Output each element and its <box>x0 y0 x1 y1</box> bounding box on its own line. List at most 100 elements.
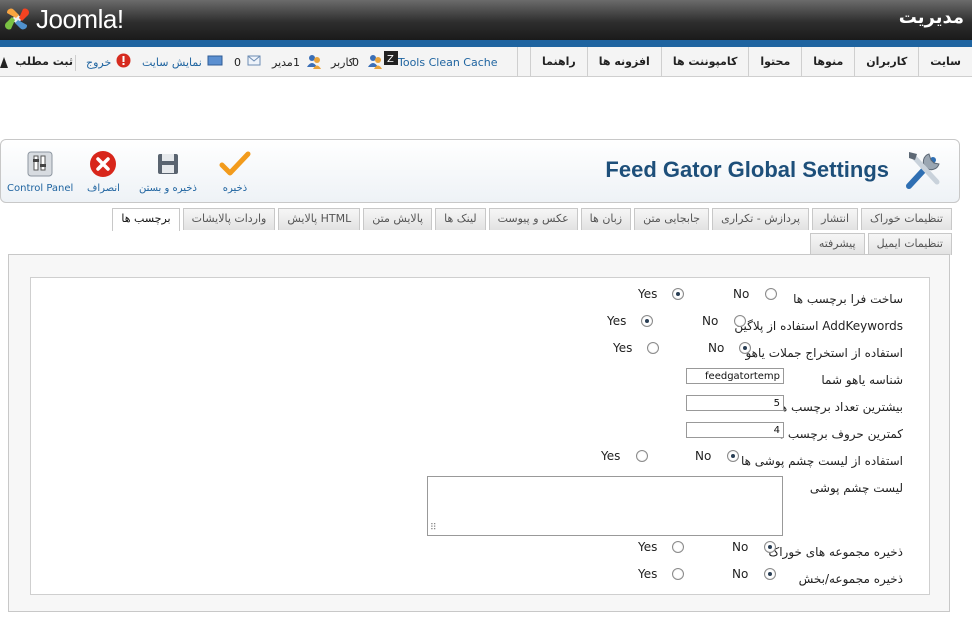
tab-advanced[interactable]: پیشرفته <box>809 233 865 255</box>
use-addkeywords-label: استفاده از پلاگین AddKeywords <box>734 319 903 333</box>
use-yahoo-extract-no-radio[interactable] <box>739 342 751 354</box>
header-title: مدیریت <box>898 7 964 28</box>
max-tags-label: بیشترین تعداد برچسب ها <box>777 400 903 414</box>
ignore-list-label: لیست چشم پوشی <box>809 481 903 495</box>
users-online-icon <box>368 55 382 69</box>
page-title: Feed Gator Global Settings <box>605 157 889 182</box>
joomla-logo[interactable]: Joomla! <box>2 4 124 34</box>
tab-tags[interactable]: برچسب ها <box>112 208 180 231</box>
save-close-button[interactable]: ذخیره و بستن <box>139 150 197 194</box>
min-tag-chars-input[interactable] <box>686 422 784 438</box>
save-section-category-yes-label: Yes <box>638 567 658 581</box>
save-feed-sets-yes-label: Yes <box>638 540 658 554</box>
tab-text-filter[interactable]: پالایش متن <box>363 208 433 230</box>
menu-site[interactable]: سایت <box>918 47 972 77</box>
menu-components[interactable]: کامپوننت ها <box>660 47 749 77</box>
ignore-list-textarea[interactable]: ⠿ <box>427 476 783 536</box>
header-stripe <box>0 40 972 47</box>
use-ignore-list-yes-label: Yes <box>601 449 621 463</box>
menu-help[interactable]: راهنما <box>530 47 587 77</box>
save-section-category-no-radio[interactable] <box>764 568 776 580</box>
control-panel-icon <box>27 151 53 177</box>
logout-link[interactable]: خروج <box>86 56 111 69</box>
use-yahoo-extract-no-label: No <box>708 341 725 355</box>
tab-links[interactable]: لینک ها <box>435 208 486 230</box>
menu-users[interactable]: کاربران <box>854 47 918 77</box>
save-feed-sets-yes-radio[interactable] <box>672 541 684 553</box>
svg-text:Z: Z <box>387 54 394 65</box>
messages-icon[interactable] <box>247 54 261 66</box>
tab-languages[interactable]: زبان ها <box>580 208 632 230</box>
register-link[interactable]: ثبت مطلب <box>0 55 76 71</box>
use-yahoo-extract-label: استفاده از استخراج جملات یاهو <box>745 346 903 360</box>
register-text: ثبت مطلب <box>15 55 73 68</box>
use-addkeywords-yes-radio[interactable] <box>641 315 653 327</box>
use-ignore-list-no-radio[interactable] <box>727 450 739 462</box>
tab-row-1: تنظیمات خوراک انتشار پردازش - تکراری جاب… <box>109 208 952 231</box>
save-close-label: ذخیره و بستن <box>139 183 197 194</box>
min-tag-chars-label: کمترین حروف برچسب ها <box>774 427 903 441</box>
yahoo-id-label: شناسه یاهو شما <box>821 373 903 387</box>
tab-feed-settings[interactable]: تنظیمات خوراک <box>861 208 952 230</box>
register-icon <box>0 57 8 68</box>
use-yahoo-extract-yes-label: Yes <box>613 341 633 355</box>
cancel-label: انصراف <box>87 183 120 194</box>
max-tags-input[interactable] <box>686 395 784 411</box>
make-meta-tags-yes-label: Yes <box>638 287 658 301</box>
joomla-logo-icon <box>4 8 30 30</box>
tab-email-settings[interactable]: تنظیمات ایمیل <box>867 233 952 255</box>
menu-extensions[interactable]: افزونه ها <box>586 47 661 77</box>
menu-bar: سایت کاربران منوها محتوا کامپوننت ها افز… <box>0 47 972 77</box>
view-site-link[interactable]: نمایش سایت <box>142 56 202 69</box>
use-addkeywords-yes-label: Yes <box>607 314 627 328</box>
menu-content[interactable]: محتوا <box>748 47 801 77</box>
admin-header: Joomla! مدیریت <box>0 0 972 40</box>
use-addkeywords-no-radio[interactable] <box>734 315 746 327</box>
cancel-button[interactable]: انصراف <box>87 150 120 194</box>
yahoo-id-input[interactable] <box>686 368 784 384</box>
use-yahoo-extract-yes-radio[interactable] <box>647 342 659 354</box>
tools-clean-cache-link[interactable]: Tools Clean Cache <box>398 56 498 69</box>
clean-cache-icon[interactable]: Z <box>384 51 398 65</box>
use-ignore-list-no-label: No <box>695 449 712 463</box>
control-panel-button[interactable]: Control Panel <box>7 150 73 194</box>
status-bar: Tools Clean Cache Z 0 کاربر 1 مدیر 0 نما… <box>0 47 518 77</box>
use-ignore-list-yes-radio[interactable] <box>636 450 648 462</box>
tab-duplicate-processing[interactable]: پردازش - تکراری <box>712 208 810 230</box>
tab-html-filter[interactable]: پالایش HTML <box>278 208 361 230</box>
menu-menus[interactable]: منوها <box>801 47 854 77</box>
tab-images-attachments[interactable]: عکس و پیوست <box>488 208 578 230</box>
monitor-icon <box>207 55 223 66</box>
use-ignore-list-label: استفاده از لیست چشم پوشی ها <box>740 454 903 468</box>
admins-label: مدیر <box>272 56 293 69</box>
admins-count: 1 <box>293 56 300 69</box>
cancel-icon <box>90 151 117 177</box>
tab-text-replace[interactable]: جابجایی متن <box>634 208 710 230</box>
control-panel-label: Control Panel <box>7 183 74 194</box>
toolbar-panel: Feed Gator Global Settings ذخیره ذخیره و… <box>0 139 960 203</box>
make-meta-tags-label: ساخت فرا برچسب ها <box>793 292 903 306</box>
save-feed-sets-no-label: No <box>732 540 749 554</box>
checkmark-icon <box>219 151 251 176</box>
floppy-disk-icon <box>157 154 178 174</box>
save-section-category-yes-radio[interactable] <box>672 568 684 580</box>
save-section-category-no-label: No <box>732 567 749 581</box>
resize-grip-icon[interactable]: ⠿ <box>430 523 437 533</box>
use-addkeywords-no-label: No <box>702 314 719 328</box>
tab-filter-imports[interactable]: واردات پالایشات <box>182 208 276 230</box>
tools-icon <box>906 152 940 189</box>
logout-icon[interactable] <box>116 53 131 68</box>
save-button[interactable]: ذخیره <box>219 150 251 194</box>
save-feed-sets-label: ذخیره مجموعه های خوراک <box>768 545 903 559</box>
tab-content: ساخت فرا برچسب ها No Yes استفاده از پلاگ… <box>8 254 950 612</box>
tab-publishing[interactable]: انتشار <box>812 208 859 230</box>
save-section-category-label: ذخیره مجموعه/بخش <box>798 572 903 586</box>
make-meta-tags-yes-radio[interactable] <box>672 288 684 300</box>
admins-online-icon <box>307 55 321 69</box>
make-meta-tags-no-radio[interactable] <box>765 288 777 300</box>
users-label: کاربر <box>331 56 355 69</box>
tab-row-2: تنظیمات ایمیل پیشرفته <box>807 233 952 255</box>
logo-text: Joomla! <box>36 3 124 34</box>
save-feed-sets-no-radio[interactable] <box>764 541 776 553</box>
messages-count: 0 <box>234 56 241 69</box>
